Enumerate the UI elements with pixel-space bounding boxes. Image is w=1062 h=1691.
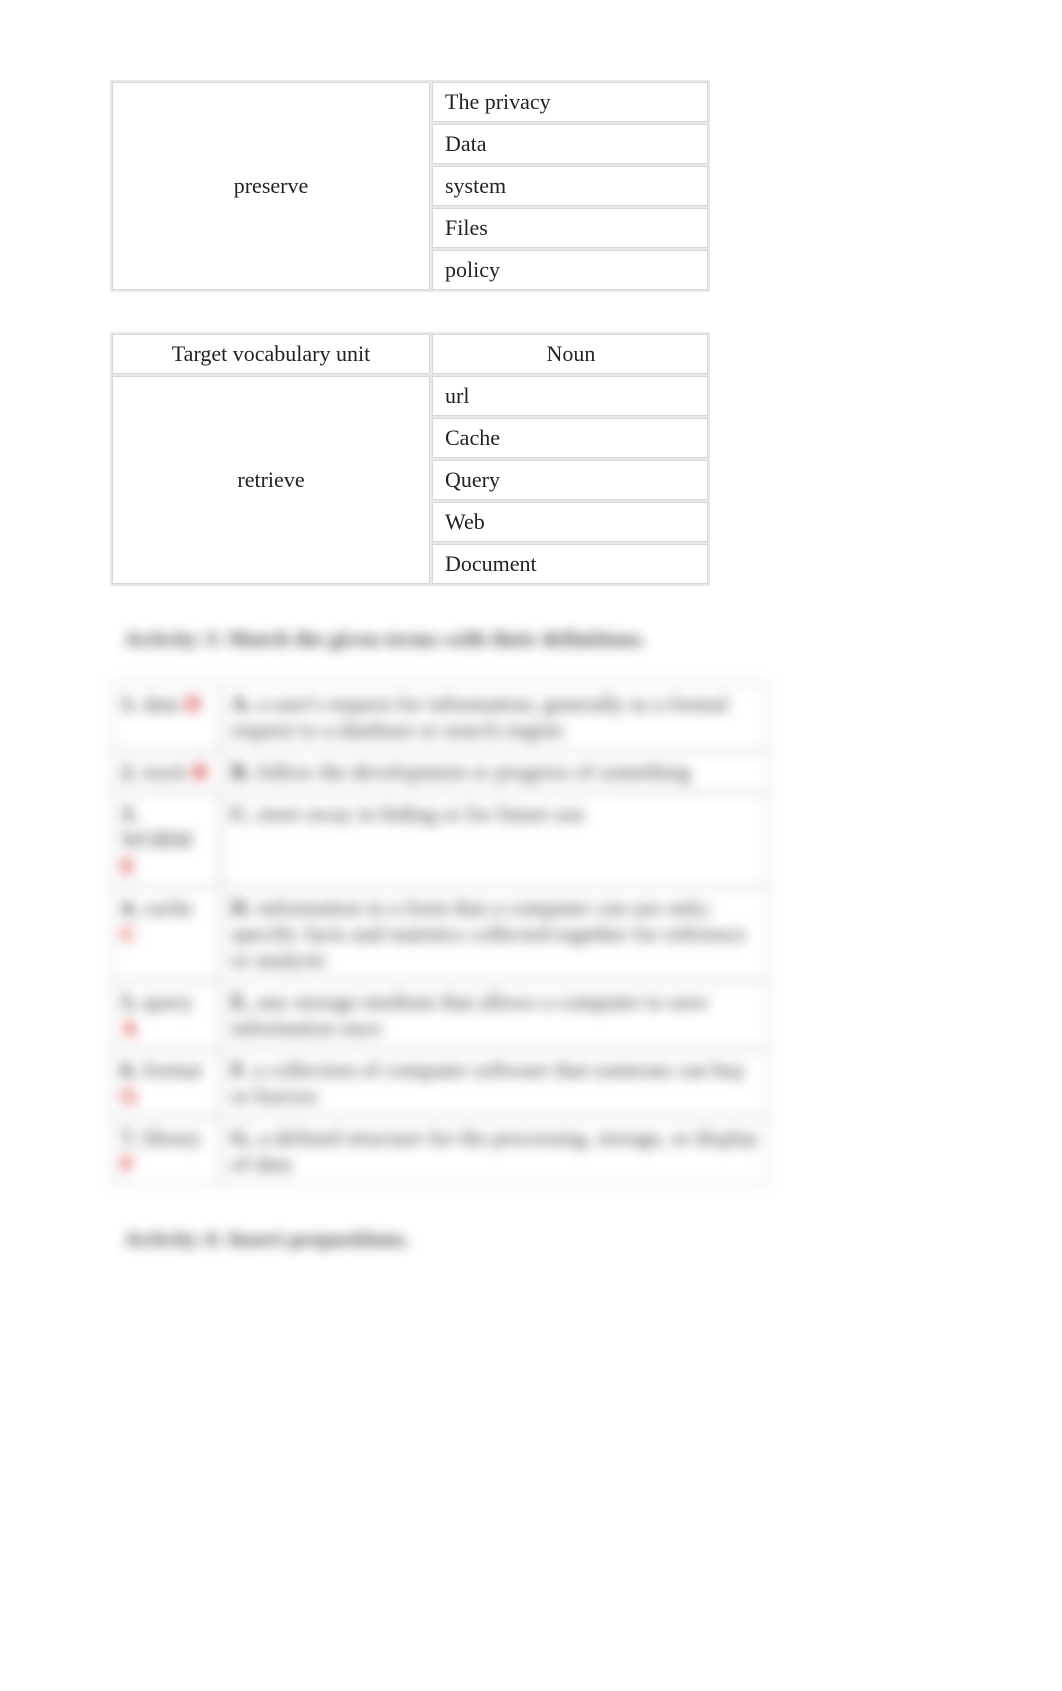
definition-cell: E. any storage medium that allows a comp… bbox=[222, 982, 768, 1048]
noun-cell: Query bbox=[432, 460, 708, 500]
match-table: 1. data DA. a user's request for informa… bbox=[110, 682, 770, 1186]
activity-4-title: Activity 4: Insert prepositions. bbox=[124, 1226, 952, 1252]
header-noun: Noun bbox=[432, 334, 708, 374]
definition-cell: C. store away in hiding or for future us… bbox=[222, 794, 768, 886]
activity-3-title: Activity 3: Match the given terms with t… bbox=[124, 626, 952, 652]
term-cell: 4. cache C bbox=[112, 888, 220, 980]
noun-cell: The privacy bbox=[432, 82, 708, 122]
activity-3-block: Activity 3: Match the given terms with t… bbox=[110, 626, 952, 1186]
vocab-table-preserve: preserve The privacy Data system Files p… bbox=[110, 80, 710, 292]
vocab-table-retrieve: Target vocabulary unit Noun retrieve url… bbox=[110, 332, 710, 586]
noun-cell: Web bbox=[432, 502, 708, 542]
header-vocab: Target vocabulary unit bbox=[112, 334, 430, 374]
vocab-cell: retrieve bbox=[112, 376, 430, 584]
activity-4-block: Activity 4: Insert prepositions. bbox=[110, 1226, 952, 1252]
definition-cell: D. information in a form that a computer… bbox=[222, 888, 768, 980]
definition-cell: F. a collection of computer software tha… bbox=[222, 1050, 768, 1116]
noun-cell: Cache bbox=[432, 418, 708, 458]
noun-cell: policy bbox=[432, 250, 708, 290]
noun-cell: Files bbox=[432, 208, 708, 248]
term-cell: 3. WORM E bbox=[112, 794, 220, 886]
noun-cell: Document bbox=[432, 544, 708, 584]
noun-cell: Data bbox=[432, 124, 708, 164]
term-cell: 1. data D bbox=[112, 684, 220, 750]
term-cell: 6. format G bbox=[112, 1050, 220, 1116]
noun-cell: url bbox=[432, 376, 708, 416]
definition-cell: G. a defined structure for the processin… bbox=[222, 1118, 768, 1184]
noun-cell: system bbox=[432, 166, 708, 206]
vocab-cell: preserve bbox=[112, 82, 430, 290]
definition-cell: B. follow the development or progress of… bbox=[222, 752, 768, 792]
term-cell: 2. track B bbox=[112, 752, 220, 792]
term-cell: 5. query A bbox=[112, 982, 220, 1048]
definition-cell: A. a user's request for information, gen… bbox=[222, 684, 768, 750]
term-cell: 7. library F bbox=[112, 1118, 220, 1184]
match-tbody: 1. data DA. a user's request for informa… bbox=[112, 684, 768, 1184]
